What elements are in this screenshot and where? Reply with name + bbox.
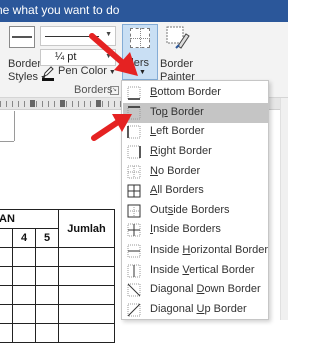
- menu-item-left-border[interactable]: Left Border: [123, 122, 268, 142]
- border-painter-icon[interactable]: [166, 26, 190, 50]
- table-cell[interactable]: [0, 285, 13, 305]
- tell-me-text[interactable]: ne what you want to do: [0, 3, 119, 17]
- pen-color-swatch: [42, 78, 54, 81]
- menu-item-inside-borders[interactable]: Inside Borders: [123, 220, 268, 240]
- menu-item-label: Right Border: [150, 145, 212, 157]
- table-header-cell-jumlah[interactable]: Jumlah: [58, 209, 115, 248]
- menu-item-top-border[interactable]: Top Border: [123, 103, 268, 123]
- menu-item-all-borders[interactable]: All Borders: [123, 181, 268, 201]
- menu-item-label: No Border: [150, 165, 201, 177]
- group-label: Borders: [74, 84, 113, 96]
- ruler-marker[interactable]: [30, 100, 35, 107]
- menu-item-outside-borders[interactable]: Outside Borders: [123, 201, 268, 221]
- menu-item-label: Left Border: [150, 125, 205, 137]
- menu-item-inside-horizontal-border[interactable]: Inside Horizontal Border: [123, 241, 268, 261]
- borders-dropdown-menu: Bottom Border Top Border Left Border Right …: [121, 80, 269, 320]
- tell-me-bar[interactable]: ne what you want to do: [0, 0, 288, 22]
- diagonal-down-border-icon: [127, 283, 141, 297]
- menu-item-label: Inside Horizontal Border: [150, 244, 269, 256]
- table-cell[interactable]: [12, 266, 36, 286]
- menu-item-right-border[interactable]: Right Border: [123, 142, 268, 162]
- vertical-scrollbar[interactable]: [280, 98, 288, 320]
- page-margin-guide: [0, 141, 14, 142]
- ruler-marker[interactable]: [60, 100, 65, 107]
- menu-item-label: Bottom Border: [150, 86, 221, 98]
- table-cell[interactable]: [12, 304, 36, 324]
- border-styles-icon[interactable]: [9, 26, 35, 48]
- table-cell[interactable]: [12, 323, 36, 343]
- menu-item-bottom-border[interactable]: Bottom Border: [123, 83, 268, 103]
- table-cell[interactable]: [58, 266, 115, 286]
- table-cell[interactable]: [35, 304, 59, 324]
- table-header-cell-4[interactable]: 4: [12, 228, 36, 248]
- inside-borders-icon: [127, 223, 141, 237]
- all-borders-icon: [127, 184, 141, 198]
- border-styles-label-1[interactable]: Border: [8, 58, 41, 70]
- inside-vertical-border-icon: [127, 264, 141, 278]
- menu-item-diagonal-up-border[interactable]: Diagonal Up Border: [123, 300, 268, 320]
- menu-item-diagonal-down-border[interactable]: Diagonal Down Border: [123, 280, 268, 300]
- outside-borders-icon: [127, 204, 141, 218]
- table-cell[interactable]: [0, 247, 13, 267]
- table-cell[interactable]: [0, 266, 13, 286]
- table-header-cell-5[interactable]: 5: [35, 228, 59, 248]
- menu-item-inside-vertical-border[interactable]: Inside Vertical Border: [123, 261, 268, 281]
- bottom-border-icon: [127, 86, 141, 100]
- menu-item-label: Top Border: [150, 106, 204, 118]
- document-table[interactable]: AN Jumlah 4 5: [0, 209, 115, 343]
- menu-item-label: All Borders: [150, 184, 204, 196]
- table-cell[interactable]: [12, 247, 36, 267]
- inside-horizontal-border-icon: [127, 244, 141, 258]
- table-cell[interactable]: [35, 266, 59, 286]
- table-cell[interactable]: [35, 323, 59, 343]
- table-cell[interactable]: [0, 228, 13, 248]
- table-cell[interactable]: [58, 323, 115, 343]
- red-arrow-icon: [89, 33, 138, 76]
- red-arrow-icon: [91, 114, 132, 141]
- table-header-cell[interactable]: AN: [0, 209, 59, 229]
- no-border-icon: [127, 165, 141, 179]
- dialog-launcher-icon[interactable]: ↘: [110, 86, 119, 95]
- menu-item-label: Inside Borders: [150, 223, 221, 235]
- menu-item-label: Diagonal Down Border: [150, 283, 261, 295]
- diagonal-up-border-icon: [127, 303, 141, 317]
- table-cell[interactable]: [12, 285, 36, 305]
- pen-icon: [43, 66, 54, 77]
- document-page[interactable]: AN Jumlah 4 5: [0, 111, 124, 343]
- menu-item-no-border[interactable]: No Border: [123, 162, 268, 182]
- line-weight-value: ¼ pt: [55, 51, 77, 63]
- table-cell[interactable]: [0, 323, 13, 343]
- menu-item-label: Inside Vertical Border: [150, 264, 255, 276]
- right-border-icon: [127, 145, 141, 159]
- table-cell[interactable]: [35, 285, 59, 305]
- table-cell[interactable]: [58, 285, 115, 305]
- menu-item-label: Outside Borders: [150, 204, 230, 216]
- menu-item-label: Diagonal Up Border: [150, 303, 247, 315]
- ruler-marker[interactable]: [96, 100, 101, 107]
- table-cell[interactable]: [58, 304, 115, 324]
- table-cell[interactable]: [35, 247, 59, 267]
- table-cell[interactable]: [58, 247, 115, 267]
- border-painter-label-1[interactable]: Border: [160, 58, 193, 70]
- table-cell[interactable]: [0, 304, 13, 324]
- page-margin-guide: [14, 111, 15, 141]
